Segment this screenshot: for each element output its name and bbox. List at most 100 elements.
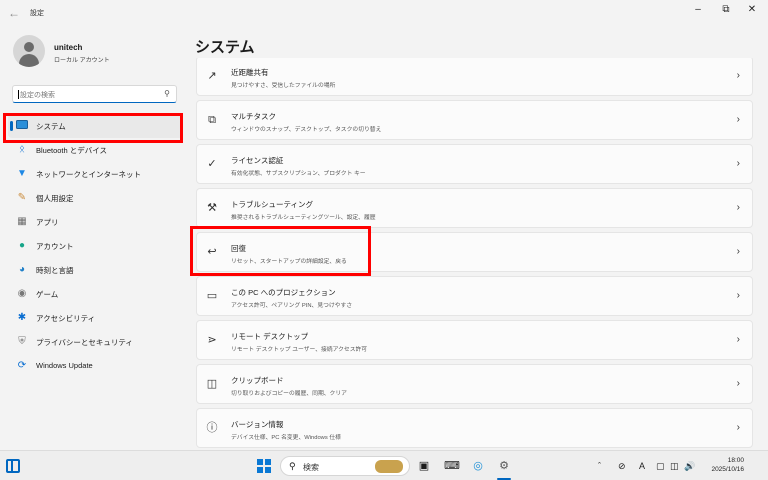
search-icon[interactable]: ⚲ — [164, 89, 170, 98]
search-placeholder: 設定の検索 — [20, 92, 55, 99]
card-about[interactable]: ⓘ バージョン情報 デバイス仕様、PC 名変更、Windows 仕様 › — [196, 408, 753, 448]
taskbar: ⚲ 検索 ▣ ⌨ ◎ ⚙ ˆ ⊘ A ▢ ◫ 🔊 18:00 2025/10/1… — [0, 450, 768, 480]
projection-icon: ▭ — [206, 290, 218, 302]
sidebar-item-label: プライバシーとセキュリティ — [36, 338, 133, 347]
chevron-right-icon: › — [736, 114, 740, 125]
card-title: ライセンス認証 — [231, 156, 284, 165]
multitask-icon: ⧉ — [208, 114, 216, 126]
network-icon[interactable]: ◫ — [670, 460, 679, 472]
settings-gear-icon[interactable]: ⚙ — [496, 458, 512, 474]
chevron-right-icon: › — [736, 70, 740, 81]
share-icon: ↗ — [207, 70, 217, 82]
start-button[interactable] — [257, 459, 271, 473]
card-subtitle: ウィンドウのスナップ、デスクトップ、タスクの切り替え — [231, 127, 382, 133]
card-activation[interactable]: ✓ ライセンス認証 有効化状態、サブスクリプション、プロダクト キー › — [196, 144, 753, 184]
clock-date: 2025/10/16 — [711, 466, 744, 473]
card-remote-desktop[interactable]: ⋗ リモート デスクトップ リモート デスクトップ ユーザー、接続アクセス許可 … — [196, 320, 753, 360]
sidebar-item-accessibility[interactable]: ✱ アクセシビリティ — [8, 306, 183, 330]
card-title: バージョン情報 — [231, 420, 284, 429]
sidebar-item-label: ゲーム — [36, 290, 59, 299]
widgets-icon[interactable] — [6, 459, 20, 473]
card-subtitle: デバイス仕様、PC 名変更、Windows 仕様 — [231, 435, 341, 441]
check-circle-icon: ✓ — [207, 158, 217, 170]
chevron-right-icon: › — [736, 334, 740, 345]
card-clipboard[interactable]: ◫ クリップボード 切り取りおよびコピーの履歴、同期、クリア › — [196, 364, 753, 404]
sidebar-item-label: 個人用設定 — [36, 194, 74, 203]
ime-indicator[interactable]: A — [639, 460, 645, 472]
highlight-box-recovery — [190, 226, 371, 276]
sidebar-item-label: アクセシビリティ — [36, 314, 96, 323]
chevron-right-icon: › — [736, 246, 740, 257]
sidebar-item-time-language[interactable]: ◕ 時刻と言語 — [8, 258, 183, 282]
card-projection[interactable]: ▭ この PC へのプロジェクション アクセス許可、ペアリング PIN、見つけや… — [196, 276, 753, 316]
person-icon: ● — [18, 240, 26, 251]
sidebar-item-gaming[interactable]: ◉ ゲーム — [8, 282, 183, 306]
chevron-right-icon: › — [736, 290, 740, 301]
chevron-right-icon: › — [736, 158, 740, 169]
sidebar-item-network[interactable]: ▼ ネットワークとインターネット — [8, 162, 183, 186]
card-subtitle: 有効化状態、サブスクリプション、プロダクト キー — [231, 171, 366, 177]
search-highlight-image — [375, 460, 403, 473]
globe-icon: ◕ — [18, 264, 26, 275]
card-title: クリップボード — [231, 376, 284, 385]
sidebar: unitech ローカル アカウント 設定の検索 ⚲ システム ᛟ Blueto… — [0, 28, 190, 450]
card-title: 近距離共有 — [231, 68, 269, 77]
text-cursor — [18, 90, 19, 99]
nav-list: システム ᛟ Bluetooth とデバイス ▼ ネットワークとインターネット … — [0, 114, 190, 378]
wifi-icon: ▼ — [17, 168, 27, 179]
clock-time: 18:00 — [727, 457, 744, 464]
sidebar-item-label: アカウント — [36, 242, 74, 251]
chevron-right-icon: › — [736, 422, 740, 433]
network-off-icon[interactable]: ⊘ — [618, 460, 626, 472]
settings-search-input[interactable]: 設定の検索 ⚲ — [12, 85, 177, 103]
user-name: unitech — [54, 43, 83, 52]
sidebar-item-privacy[interactable]: ⛨ プライバシーとセキュリティ — [8, 330, 183, 354]
taskbar-search-label: 検索 — [303, 463, 319, 472]
card-nearby-sharing[interactable]: ↗ 近距離共有 見つけやすさ、受信したファイルの場所 › — [196, 58, 753, 96]
accessibility-icon: ✱ — [17, 312, 27, 323]
sidebar-item-personalization[interactable]: ✎ 個人用設定 — [8, 186, 183, 210]
card-title: この PC へのプロジェクション — [231, 288, 336, 297]
card-subtitle: リモート デスクトップ ユーザー、接続アクセス許可 — [231, 347, 368, 353]
close-button[interactable]: ✕ — [742, 4, 762, 16]
back-arrow-icon[interactable]: ← — [8, 6, 22, 20]
update-icon: ⟳ — [17, 360, 27, 371]
brush-icon: ✎ — [17, 192, 27, 203]
sidebar-item-windows-update[interactable]: ⟳ Windows Update — [8, 354, 183, 378]
minimize-button[interactable]: – — [688, 4, 708, 16]
card-subtitle: 切り取りおよびコピーの履歴、同期、クリア — [231, 391, 347, 397]
bluetooth-icon: ᛟ — [19, 144, 25, 155]
keyboard-icon[interactable]: ⌨ — [444, 458, 460, 474]
chevron-right-icon: › — [736, 378, 740, 389]
task-view-icon[interactable]: ▣ — [416, 458, 432, 474]
chevron-up-icon[interactable]: ˆ — [598, 460, 601, 472]
shield-icon: ⛨ — [18, 336, 26, 347]
clipboard-icon: ◫ — [206, 378, 218, 390]
card-subtitle: アクセス許可、ペアリング PIN、見つけやすさ — [231, 303, 353, 309]
apps-icon: ▦ — [17, 216, 27, 227]
sidebar-item-apps[interactable]: ▦ アプリ — [8, 210, 183, 234]
pen-icon[interactable]: ▢ — [656, 460, 665, 472]
sidebar-item-label: アプリ — [36, 218, 59, 227]
sidebar-item-label: Windows Update — [36, 361, 93, 370]
card-troubleshoot[interactable]: ⚒ トラブルシューティング 推奨されるトラブルシューティングツール、設定、履歴 … — [196, 188, 753, 228]
sidebar-item-accounts[interactable]: ● アカウント — [8, 234, 183, 258]
clock[interactable]: 18:00 2025/10/16 — [700, 456, 744, 474]
card-title: トラブルシューティング — [231, 200, 314, 209]
card-multitasking[interactable]: ⧉ マルチタスク ウィンドウのスナップ、デスクトップ、タスクの切り替え › — [196, 100, 753, 140]
avatar[interactable] — [13, 35, 45, 67]
card-subtitle: 見つけやすさ、受信したファイルの場所 — [231, 83, 336, 89]
edge-icon[interactable]: ◎ — [470, 458, 486, 474]
sidebar-item-label: ネットワークとインターネット — [36, 170, 141, 179]
gamepad-icon: ◉ — [17, 288, 27, 299]
maximize-button[interactable]: ⧉ — [716, 4, 736, 16]
title-bar: ← 設定 – ⧉ ✕ — [0, 0, 768, 28]
info-icon: ⓘ — [206, 422, 218, 434]
volume-icon[interactable]: 🔊 — [684, 460, 695, 472]
card-title: マルチタスク — [231, 112, 276, 121]
page-title: システム — [195, 39, 255, 56]
card-subtitle: 推奨されるトラブルシューティングツール、設定、履歴 — [231, 215, 376, 221]
card-title: リモート デスクトップ — [231, 332, 309, 341]
highlight-box-system — [3, 113, 183, 143]
taskbar-search[interactable]: ⚲ 検索 — [280, 456, 410, 476]
